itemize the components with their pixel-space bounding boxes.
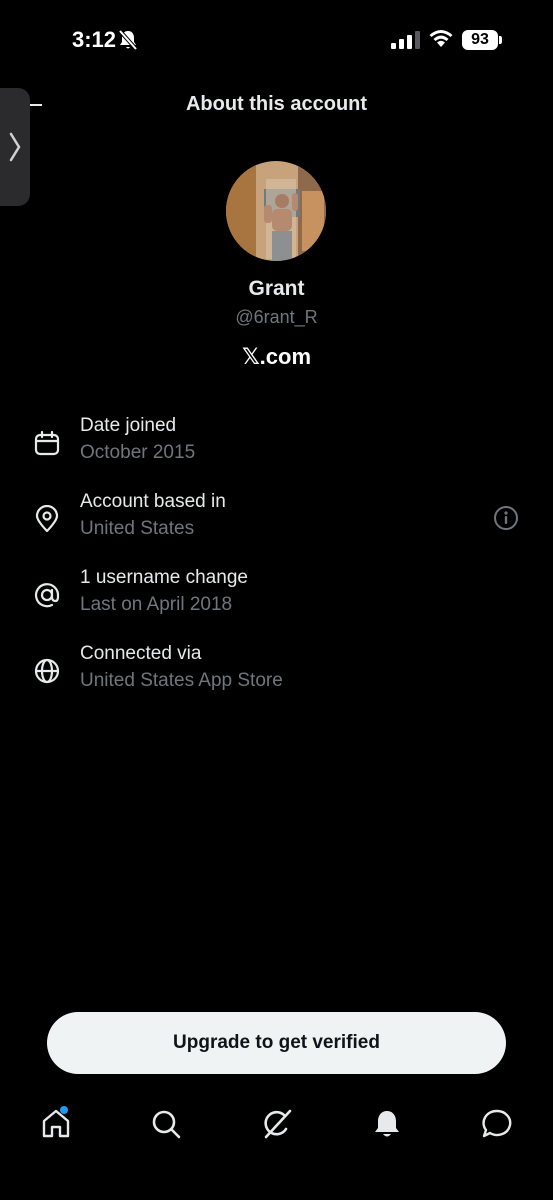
globe-icon — [34, 658, 60, 684]
chevron-right-icon — [9, 132, 21, 162]
notifications-bell-icon[interactable] — [370, 1107, 404, 1141]
messages-icon[interactable] — [480, 1107, 514, 1141]
grok-icon[interactable] — [260, 1107, 294, 1141]
wifi-icon — [429, 30, 453, 47]
info-row-username-change: 1 username change Last on April 2018 — [0, 567, 553, 627]
info-title: 1 username change — [80, 567, 248, 588]
home-icon[interactable] — [39, 1107, 73, 1141]
cell-signal-icon — [391, 31, 420, 49]
page-title: About this account — [185, 93, 368, 115]
info-title: Date joined — [80, 415, 177, 436]
upgrade-verified-button[interactable]: Upgrade to get verified — [47, 1012, 506, 1074]
calendar-icon — [34, 430, 60, 456]
status-bar: 3:12 93 — [0, 0, 553, 80]
battery-indicator: 93 — [462, 30, 498, 50]
home-notification-badge — [60, 1106, 68, 1114]
info-row-date-joined: Date joined October 2015 — [0, 415, 553, 475]
info-title: Connected via — [80, 643, 202, 664]
profile-name: Grant — [248, 277, 305, 300]
info-row-account-based-in: Account based in United States — [0, 491, 553, 551]
mute-bell-icon — [118, 29, 138, 51]
bottom-tab-bar — [0, 1095, 553, 1155]
info-subtitle: October 2015 — [80, 442, 196, 463]
avatar-photo — [226, 161, 326, 261]
info-title: Account based in — [80, 491, 226, 512]
at-sign-icon — [34, 583, 60, 608]
info-subtitle: United States — [80, 518, 195, 539]
info-row-connected-via: Connected via United States App Store — [0, 643, 553, 703]
site-link[interactable]: 𝕏.com — [0, 344, 553, 370]
search-icon[interactable] — [149, 1107, 183, 1141]
status-time: 3:12 — [72, 27, 117, 52]
profile-handle: @6rant_R — [235, 307, 318, 327]
location-pin-icon — [35, 505, 59, 533]
info-subtitle: Last on April 2018 — [80, 594, 233, 615]
info-subtitle: United States App Store — [80, 670, 283, 691]
avatar — [226, 161, 326, 261]
info-circle-icon[interactable] — [493, 505, 519, 531]
battery-tip — [499, 36, 502, 44]
